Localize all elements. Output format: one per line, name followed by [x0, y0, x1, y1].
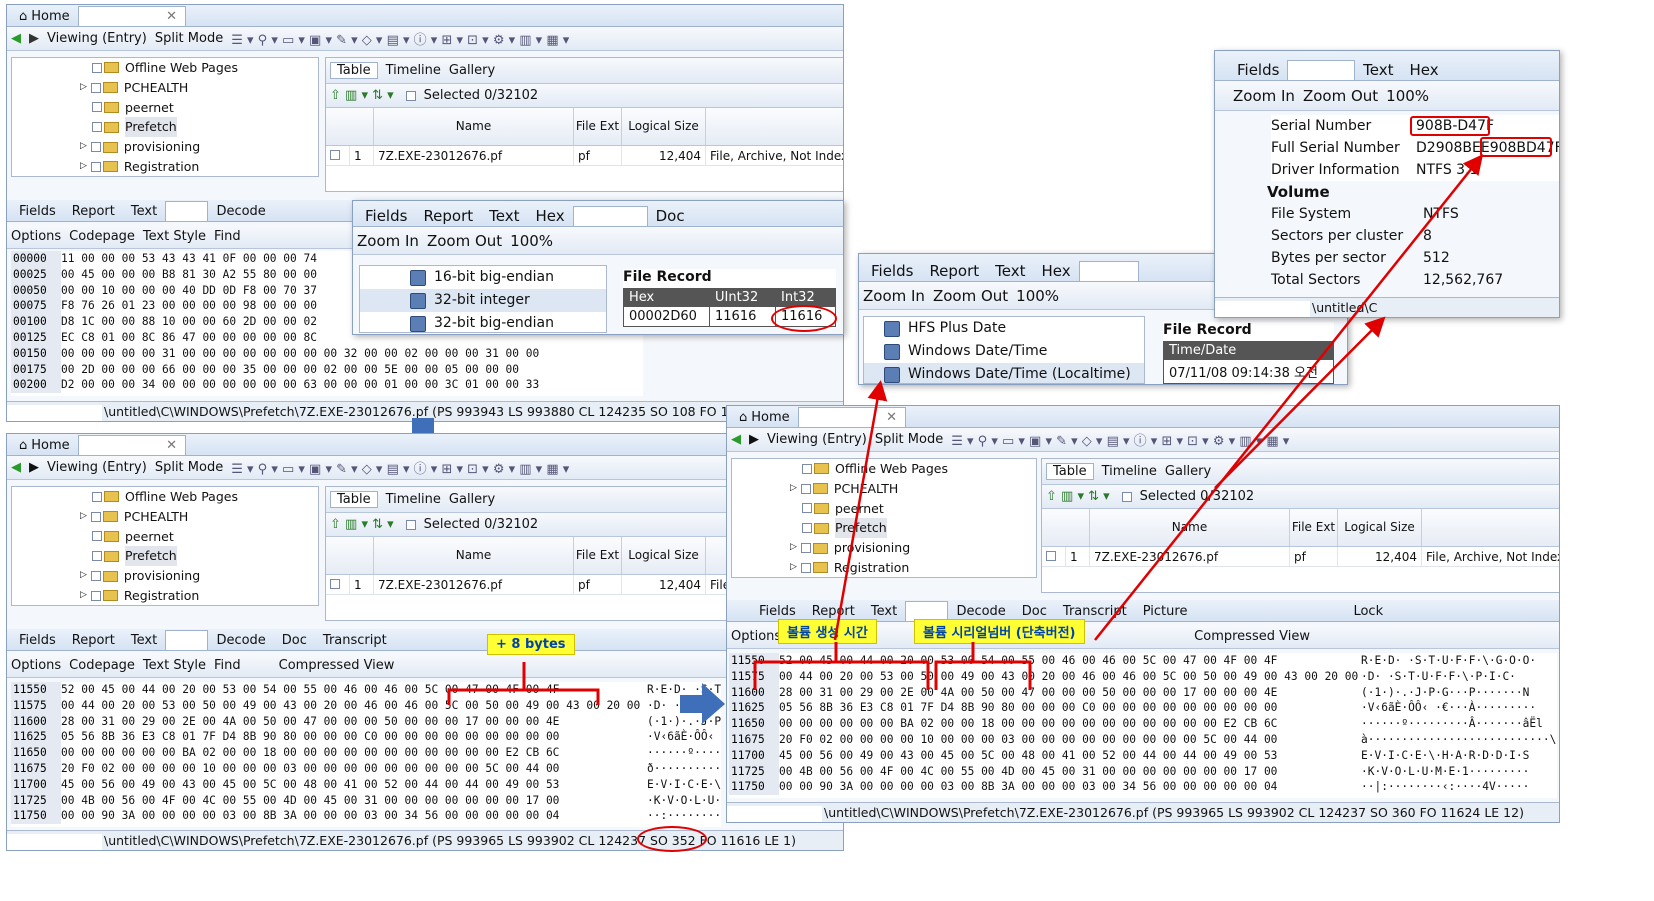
connector-arrows — [833, 154, 1484, 641]
